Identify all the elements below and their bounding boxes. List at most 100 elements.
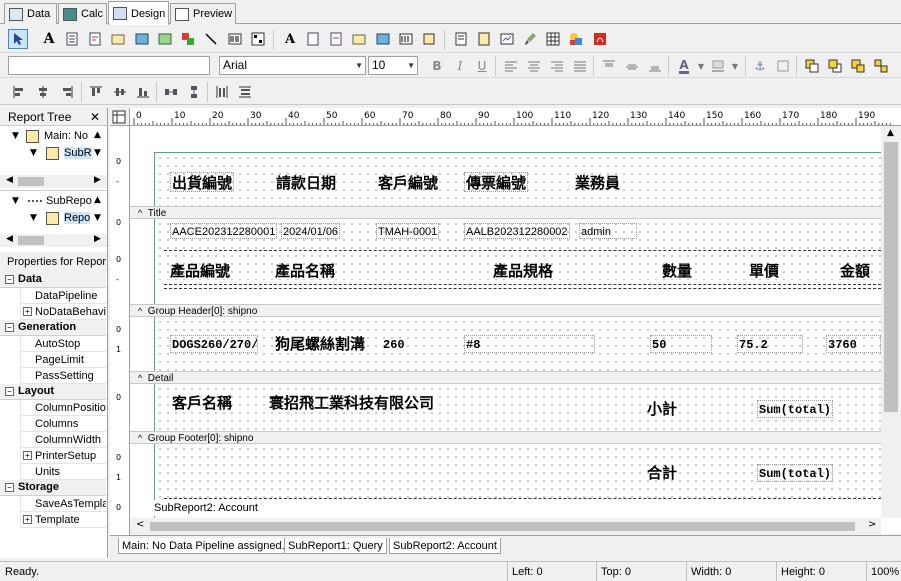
tree-node-subreport[interactable]: SubR — [64, 147, 92, 159]
scroll-up-icon[interactable]: ▲ — [94, 130, 101, 140]
dbtext-tool-button[interactable]: A — [280, 29, 300, 49]
chevron-down-icon[interactable]: ▼ — [30, 148, 37, 158]
border-button[interactable] — [773, 56, 793, 76]
expand-icon[interactable]: + — [23, 307, 32, 316]
chevron-down-icon[interactable]: ▼ — [12, 196, 19, 206]
send-back-button[interactable] — [825, 56, 845, 76]
ungroup-button[interactable] — [871, 56, 891, 76]
italic-button[interactable]: I — [450, 56, 470, 76]
value-customer-name[interactable]: 寰招飛工業科技有限公司 — [267, 392, 436, 412]
dbrichtext-tool-button[interactable] — [326, 29, 346, 49]
property-template[interactable]: + Template — [20, 512, 106, 528]
align-left-button[interactable] — [501, 56, 521, 76]
label-product-spec[interactable]: 產品規格 — [491, 260, 555, 280]
tree-node-subreport2[interactable]: SubRepo — [46, 195, 92, 207]
label-product-no[interactable]: 產品編號 — [168, 260, 232, 280]
value-product-no[interactable]: DOGS260/270/ — [170, 335, 258, 353]
barcode-tool-button[interactable] — [225, 29, 245, 49]
subreport-account-component[interactable]: SubReport2: Account — [154, 500, 258, 516]
space-horizontal-button[interactable] — [161, 82, 181, 102]
chevron-right-icon[interactable]: ▶ — [94, 234, 101, 244]
chevron-left-icon[interactable]: ◀ — [6, 234, 13, 244]
property-section-layout[interactable]: − Layout — [0, 384, 106, 400]
value-product-spec-size[interactable]: 260 — [381, 335, 407, 353]
property-nodatabehavio[interactable]: + NoDataBehavio — [20, 304, 106, 320]
sysvar-tool-button[interactable] — [108, 29, 128, 49]
chevron-up-icon[interactable]: ▲ — [887, 128, 894, 138]
value-quantity[interactable]: 50 — [650, 335, 712, 353]
tab-preview[interactable]: Preview — [170, 3, 236, 24]
pdf-tool-button[interactable] — [590, 29, 610, 49]
property-datapipeline[interactable]: DataPipeline — [20, 288, 106, 304]
close-icon[interactable]: ✕ — [90, 108, 100, 126]
band-group-header[interactable]: ^ Group Header[0]: shipno — [130, 304, 881, 317]
collapse-icon[interactable]: − — [5, 387, 14, 396]
property-units[interactable]: Units — [20, 464, 106, 480]
dbbarcode-tool-button[interactable] — [396, 29, 416, 49]
memo-tool-button[interactable] — [62, 29, 82, 49]
dbcalc-tool-button[interactable] — [349, 29, 369, 49]
scroll-up-icon[interactable]: ▲ — [94, 195, 101, 205]
property-printersetup[interactable]: + PrinterSetup — [20, 448, 106, 464]
tab-data[interactable]: Data — [4, 3, 57, 24]
label-ship-no[interactable]: 出貨編號 — [170, 172, 235, 192]
shape-tool-button[interactable] — [178, 29, 198, 49]
expand-icon[interactable]: + — [23, 515, 32, 524]
tab-main[interactable]: Main: No Data Pipeline assigned. — [118, 538, 289, 554]
property-section-data[interactable]: − Data — [0, 272, 106, 288]
property-pagelimit[interactable]: PageLimit — [20, 352, 106, 368]
same-height-button[interactable] — [235, 82, 255, 102]
tab-design[interactable]: Design — [108, 1, 169, 25]
map-tool-button[interactable] — [566, 29, 586, 49]
value-invoice-date[interactable]: 2024/01/06 — [281, 223, 341, 239]
tree-node-main[interactable]: Main: No — [44, 130, 88, 142]
value-subtotal-sum[interactable]: Sum(total) — [757, 400, 834, 418]
chevron-left-icon[interactable]: ◀ — [6, 175, 13, 185]
scroll-thumb[interactable] — [150, 522, 855, 531]
align-tops-button[interactable] — [86, 82, 106, 102]
tab-subreport2[interactable]: SubReport2: Account — [389, 538, 501, 554]
value-ship-no[interactable]: AACE202312280001 — [170, 223, 278, 239]
chevron-down-icon[interactable]: ▼ — [30, 213, 37, 223]
align-lefts-button[interactable] — [9, 82, 29, 102]
select-pointer-button[interactable] — [8, 29, 28, 49]
crosstab-tool-button[interactable] — [543, 29, 563, 49]
value-customer-no[interactable]: TMAH-0001 — [376, 223, 440, 239]
valign-top-button[interactable] — [599, 56, 619, 76]
chevron-down-icon[interactable]: ▼ — [12, 131, 19, 141]
collapse-icon[interactable]: − — [5, 323, 14, 332]
highlight-color-button[interactable] — [708, 56, 728, 76]
bold-button[interactable]: B — [427, 56, 447, 76]
bring-front-button[interactable] — [802, 56, 822, 76]
dbimage-tool-button[interactable] — [373, 29, 393, 49]
scroll-thumb[interactable] — [18, 177, 44, 186]
collapse-icon[interactable]: − — [5, 483, 14, 492]
expand-icon[interactable]: + — [23, 451, 32, 460]
space-vertical-button[interactable] — [184, 82, 204, 102]
align-centers-button[interactable] — [33, 82, 53, 102]
label-product-name[interactable]: 產品名稱 — [273, 260, 337, 280]
property-columnposition[interactable]: ColumnPosition — [20, 400, 106, 416]
collapse-icon[interactable]: − — [5, 275, 14, 284]
highlight-color-dropdown[interactable]: ▼ — [730, 56, 740, 76]
chevron-left-icon[interactable]: < — [136, 519, 144, 530]
align-bottoms-button[interactable] — [133, 82, 153, 102]
variable-tool-button[interactable] — [132, 29, 152, 49]
label-quantity[interactable]: 數量 — [660, 260, 694, 280]
value-product-name[interactable]: 狗尾螺絲割溝 — [273, 333, 367, 353]
property-passsetting[interactable]: PassSetting — [20, 368, 106, 384]
qrcode-tool-button[interactable] — [248, 29, 268, 49]
align-middles-button[interactable] — [110, 82, 130, 102]
property-autostop[interactable]: AutoStop — [20, 336, 106, 352]
valign-middle-button[interactable] — [622, 56, 642, 76]
font-color-dropdown[interactable]: ▼ — [696, 56, 706, 76]
tree-hscroll[interactable]: ◀ ▶ — [0, 175, 107, 188]
subreport-tool-button[interactable] — [474, 29, 494, 49]
label-amount[interactable]: 金額 — [838, 260, 872, 280]
property-columnwidth[interactable]: ColumnWidth — [20, 432, 106, 448]
design-vscroll[interactable]: ▲ — [881, 126, 901, 518]
design-hscroll[interactable]: < > — [130, 518, 881, 534]
chevron-right-icon[interactable]: ▶ — [94, 175, 101, 185]
dbcheckbox-tool-button[interactable] — [419, 29, 439, 49]
scroll-down-icon[interactable]: ▼ — [94, 213, 101, 223]
